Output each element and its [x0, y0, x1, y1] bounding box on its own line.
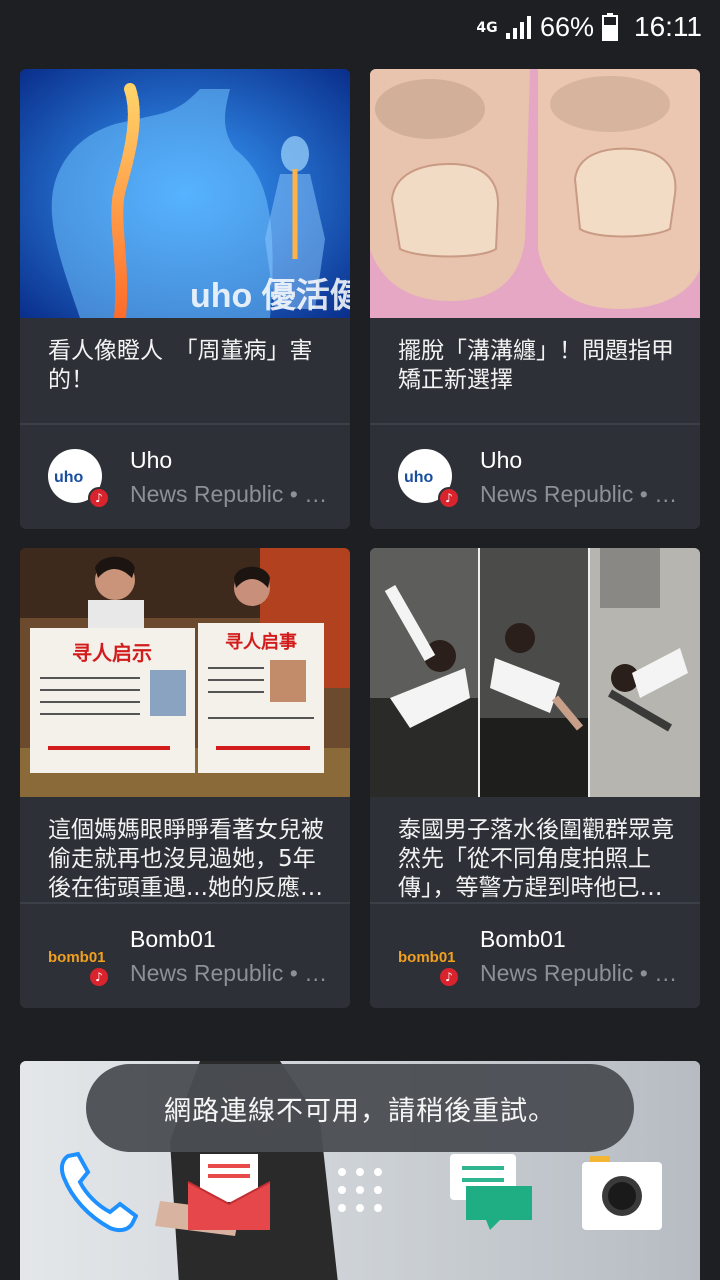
image-watermark: uho 優活健康網 [190, 276, 350, 315]
card-title[interactable]: 看人像瞪人 「周董病」害的！ [48, 337, 326, 395]
clock: 16:11 [634, 11, 702, 42]
news-republic-badge-icon: ♪ [438, 966, 460, 988]
svg-text:bomb01: bomb01 [398, 949, 456, 966]
battery-percent: 66% [539, 11, 594, 42]
mail-icon[interactable] [186, 1152, 272, 1234]
toenail-photo [370, 69, 700, 318]
card-source[interactable]: uho ♪ Uho News Republic • Uho [370, 425, 700, 529]
messages-icon[interactable] [448, 1152, 534, 1232]
card-title[interactable]: 擺脫「溝溝纏」！問題指甲矯正新選擇 [398, 337, 676, 395]
source-subtitle: News Republic • Uho [130, 481, 330, 507]
source-name: Uho [480, 447, 523, 473]
bomb01-logo: bomb01 ♪ [48, 928, 110, 988]
card-source[interactable]: bomb01 ♪ Bomb01 News Republic • Bomb01 [370, 904, 700, 1008]
card-title[interactable]: 泰國男子落水後圍觀群眾竟然先「從不同角度拍照上傳」，等警方趕到時他已經... [398, 816, 676, 903]
news-card[interactable]: 擺脫「溝溝纏」！問題指甲矯正新選擇 uho ♪ Uho News Republi… [370, 69, 700, 529]
source-name: Bomb01 [480, 926, 566, 952]
poster-heading-right: 寻人启事 [225, 631, 297, 653]
man-in-drain-photo [370, 548, 700, 797]
card-source[interactable]: bomb01 ♪ Bomb01 News Republic • Bomb01 [20, 904, 350, 1008]
news-republic-badge-icon: ♪ [438, 487, 460, 509]
uho-logo: uho ♪ [48, 449, 110, 509]
status-bar: 4G 66% 16:11 [0, 0, 720, 54]
news-card[interactable]: 泰國男子落水後圍觀群眾竟然先「從不同角度拍照上傳」，等警方趕到時他已經... b… [370, 548, 700, 1008]
spine-xray-image: uho 優活健康網 [20, 69, 350, 318]
source-name: Uho [130, 447, 173, 473]
news-republic-badge-icon: ♪ [88, 487, 110, 509]
svg-text:bomb01: bomb01 [48, 949, 106, 966]
uho-logo: uho ♪ [398, 449, 460, 509]
source-subtitle: News Republic • Bomb01 [130, 960, 330, 986]
toast-text: 網路連線不可用，請稍後重試。 [164, 1095, 556, 1127]
source-name: Bomb01 [130, 926, 216, 952]
toast-message: 網路連線不可用，請稍後重試。 [86, 1064, 634, 1152]
card-source[interactable]: uho ♪ Uho News Republic • Uho [20, 425, 350, 529]
source-subtitle: News Republic • Uho [480, 481, 680, 507]
missing-child-posters-photo: 寻人启示 寻人启事 [20, 548, 350, 797]
camera-icon[interactable] [580, 1154, 664, 1232]
source-subtitle: News Republic • Bomb01 [480, 960, 680, 986]
app-drawer-icon[interactable] [334, 1164, 386, 1216]
bomb01-logo: bomb01 ♪ [398, 928, 460, 988]
card-title[interactable]: 這個媽媽眼睜睜看著女兒被偷走就再也沒見過她，5年後在街頭重遇...她的反應讓人心… [48, 816, 326, 903]
network-type-icon: 4G [476, 19, 498, 36]
phone-icon[interactable] [58, 1150, 138, 1234]
news-card[interactable]: uho 優活健康網 看人像瞪人 「周董病」害的！ uho ♪ Uho News … [20, 69, 350, 529]
svg-text:uho: uho [404, 469, 434, 486]
svg-text:uho: uho [54, 469, 84, 486]
battery-icon [602, 13, 618, 41]
poster-heading-left: 寻人启示 [72, 641, 152, 665]
news-republic-badge-icon: ♪ [88, 966, 110, 988]
signal-icon [505, 16, 531, 39]
news-card[interactable]: 寻人启示 寻人启事 這個媽媽眼睜睜看著女兒被偷走就再也沒見過她，5年後在街頭重遇… [20, 548, 350, 1008]
